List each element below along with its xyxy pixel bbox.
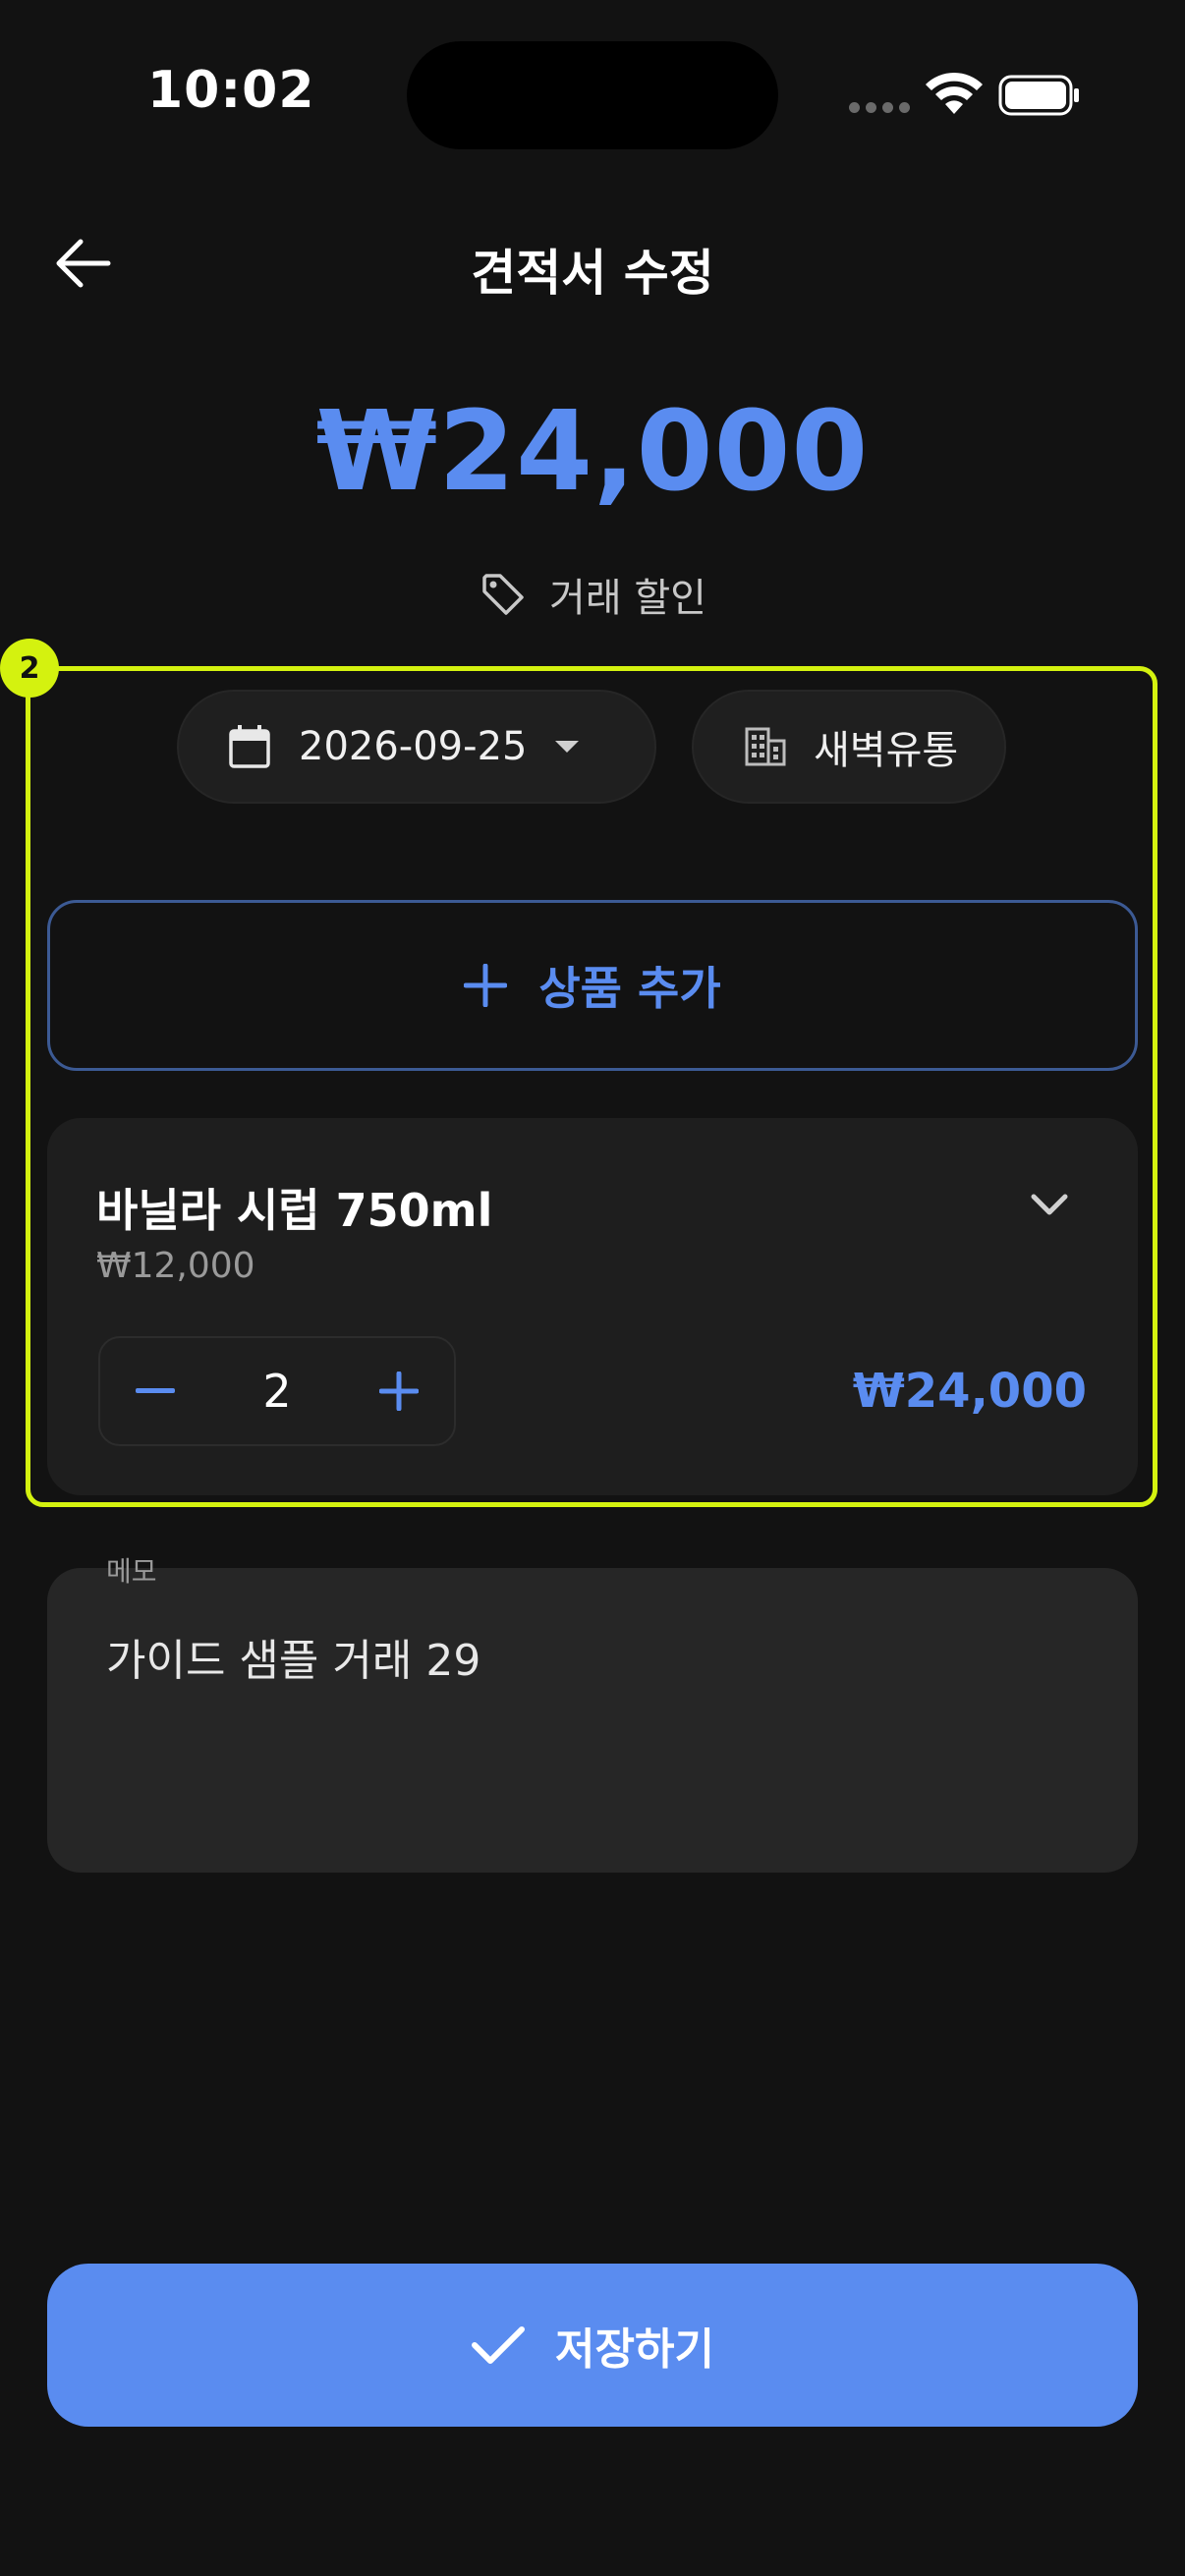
date-picker-chip[interactable]: 2026-09-25	[177, 690, 656, 804]
vendor-name: 새벽유통	[814, 728, 959, 773]
save-button[interactable]: 저장하기	[47, 2264, 1138, 2427]
quote-total: ₩24,000	[315, 388, 870, 516]
item-unit-price: ₩12,000	[96, 1246, 255, 1286]
status-time: 10:02	[147, 61, 315, 120]
caret-down-icon	[555, 741, 580, 753]
add-product-label: 상품 추가	[538, 962, 721, 1015]
battery-icon	[998, 75, 1079, 116]
quantity-value: 2	[262, 1365, 292, 1418]
increase-button[interactable]	[367, 1360, 430, 1423]
line-item-card: 바닐라 시럽 750ml ₩12,000 2 ₩24,000	[47, 1118, 1138, 1495]
add-product-button[interactable]: 상품 추가	[47, 900, 1138, 1071]
wifi-icon	[926, 72, 983, 114]
calendar-icon	[229, 725, 270, 768]
decrease-button[interactable]	[124, 1360, 187, 1423]
save-label: 저장하기	[555, 2324, 714, 2375]
check-icon	[472, 2326, 526, 2364]
building-icon	[745, 727, 786, 766]
signal-icon	[849, 102, 910, 113]
discount-button[interactable]: 거래 할인	[0, 566, 1185, 623]
chevron-down-icon[interactable]	[1022, 1177, 1077, 1232]
dynamic-island	[407, 41, 778, 149]
page-title: 견적서 수정	[471, 245, 714, 302]
tag-icon	[482, 574, 524, 615]
discount-label: 거래 할인	[549, 576, 706, 621]
item-name: 바닐라 시럽 750ml	[96, 1184, 493, 1237]
line-total: ₩24,000	[852, 1364, 1087, 1419]
plus-icon	[464, 964, 508, 1007]
date-value: 2026-09-25	[299, 724, 528, 769]
minus-icon	[136, 1388, 175, 1393]
memo-label: 메모	[106, 1555, 157, 1588]
quantity-stepper: 2	[98, 1336, 456, 1446]
vendor-chip[interactable]: 새벽유통	[692, 690, 1006, 804]
highlight-badge: 2	[0, 639, 59, 698]
memo-field[interactable]: 가이드 샘플 거래 29	[47, 1568, 1138, 1873]
plus-icon	[379, 1372, 419, 1411]
